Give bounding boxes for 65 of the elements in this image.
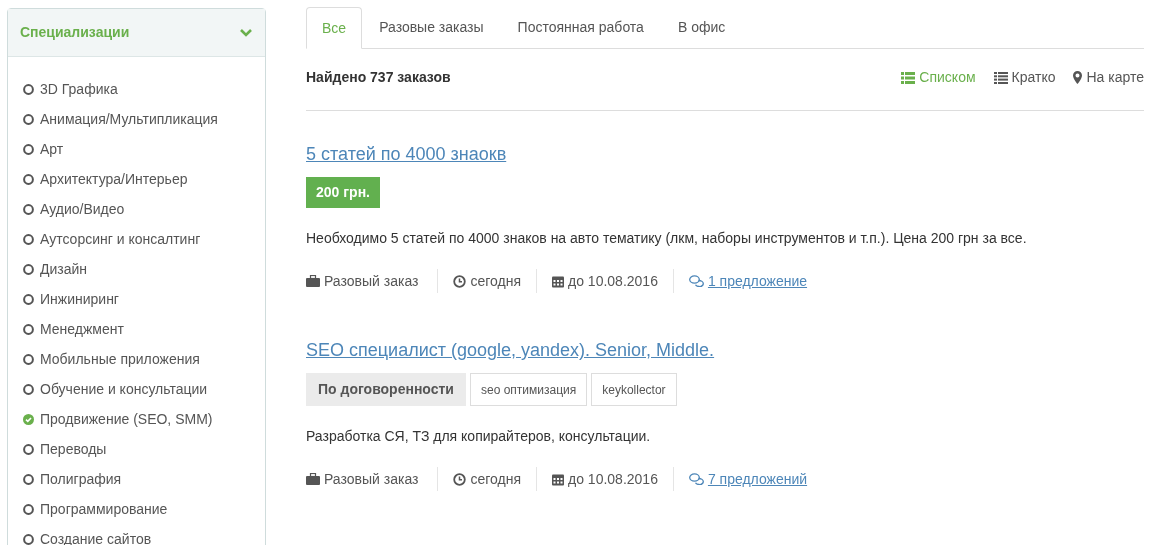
order-description: Разработка СЯ, ТЗ для копирайтеров, консультации. bbox=[306, 427, 652, 446]
specialization-option[interactable]: Анимация/Мультипликация bbox=[40, 108, 218, 130]
radio-circle-icon[interactable] bbox=[23, 293, 34, 305]
specialization-option[interactable]: Программирование bbox=[40, 498, 168, 520]
meta-text: Разовый заказ bbox=[324, 469, 419, 489]
offers-link[interactable]: 1 предложение bbox=[707, 270, 808, 292]
tab[interactable]: Постоянная работа bbox=[500, 7, 661, 48]
list-icon bbox=[901, 71, 916, 84]
view-link[interactable]: Кратко bbox=[993, 67, 1056, 88]
radio-circle-icon[interactable] bbox=[23, 473, 34, 485]
radio-circle-icon[interactable] bbox=[23, 233, 34, 245]
radio-circle-icon[interactable] bbox=[23, 203, 34, 215]
specialization-option[interactable]: Полиграфия bbox=[40, 468, 122, 490]
specialization-option[interactable]: Арт bbox=[40, 138, 64, 160]
meta-text: Разовый заказ bbox=[324, 271, 419, 291]
briefcase-icon bbox=[306, 274, 320, 288]
specialization-option[interactable]: 3D Графика bbox=[40, 78, 118, 100]
meta-text: сегодня bbox=[470, 469, 521, 489]
specialization-option[interactable]: Инжиниринг bbox=[40, 288, 119, 310]
price-badge: 200 грн. bbox=[306, 177, 380, 208]
skill-tag[interactable]: keykollector bbox=[591, 373, 677, 406]
tab[interactable]: В офис bbox=[660, 7, 743, 48]
radio-circle-icon[interactable] bbox=[23, 83, 34, 95]
radio-circle-icon[interactable] bbox=[23, 323, 34, 335]
comments-icon bbox=[688, 275, 704, 287]
radio-circle-icon[interactable] bbox=[23, 503, 34, 515]
radio-circle-icon[interactable] bbox=[23, 353, 34, 365]
map-pin-icon bbox=[1073, 71, 1083, 84]
meta-text: сегодня bbox=[470, 271, 521, 291]
specialization-option[interactable]: Дизайн bbox=[40, 258, 88, 280]
order-description: Необходимо 5 статей по 4000 знаков на авто тематику (лкм, наборы инструментов и т.п.). Цена 200 грн за все. bbox=[306, 229, 1028, 248]
panel-title: Специализации bbox=[20, 23, 130, 42]
radio-circle-icon[interactable] bbox=[23, 533, 34, 545]
briefcase-icon bbox=[306, 472, 320, 486]
specialization-option[interactable]: Продвижение (SEO, SMM) bbox=[40, 408, 213, 430]
clock-icon bbox=[453, 274, 467, 288]
calendar-icon bbox=[552, 472, 564, 486]
specialization-option[interactable]: Обучение и консультации bbox=[40, 378, 208, 400]
radio-circle-icon[interactable] bbox=[23, 173, 34, 185]
skill-tag[interactable]: seo оптимизация bbox=[470, 373, 588, 406]
specialization-option[interactable]: Менеджмент bbox=[40, 318, 124, 340]
specialization-option[interactable]: Переводы bbox=[40, 438, 107, 460]
order-title-link[interactable]: SEO специалист (google, yandex). Senior, Middle. bbox=[306, 337, 715, 364]
order-title-link[interactable]: 5 статей по 4000 знаокв bbox=[306, 141, 507, 168]
meta-text: до 10.08.2016 bbox=[568, 271, 658, 291]
meta-text: до 10.08.2016 bbox=[568, 469, 658, 489]
specialization-option[interactable]: Аудио/Видео bbox=[40, 198, 125, 220]
checked-circle-icon[interactable] bbox=[23, 413, 34, 425]
radio-circle-icon[interactable] bbox=[23, 113, 34, 125]
clock-icon bbox=[453, 472, 467, 486]
specialization-option[interactable]: Аутсорсинг и консалтинг bbox=[40, 228, 201, 250]
offers-link[interactable]: 7 предложений bbox=[707, 468, 808, 490]
radio-circle-icon[interactable] bbox=[23, 143, 34, 155]
tab[interactable]: Разовые заказы bbox=[362, 7, 501, 48]
calendar-icon bbox=[552, 274, 564, 288]
comments-icon bbox=[688, 473, 704, 485]
view-link[interactable]: На карте bbox=[1073, 67, 1144, 88]
results-count: Найдено 737 заказов bbox=[306, 68, 451, 87]
specialization-option[interactable]: Архитектура/Интерьер bbox=[40, 168, 188, 190]
radio-circle-icon[interactable] bbox=[23, 383, 34, 395]
list-icon bbox=[993, 71, 1008, 84]
radio-circle-icon[interactable] bbox=[23, 263, 34, 275]
radio-circle-icon[interactable] bbox=[23, 443, 34, 455]
price-badge: По договоренности bbox=[306, 373, 466, 406]
specialization-option[interactable]: Мобильные приложения bbox=[40, 348, 200, 370]
